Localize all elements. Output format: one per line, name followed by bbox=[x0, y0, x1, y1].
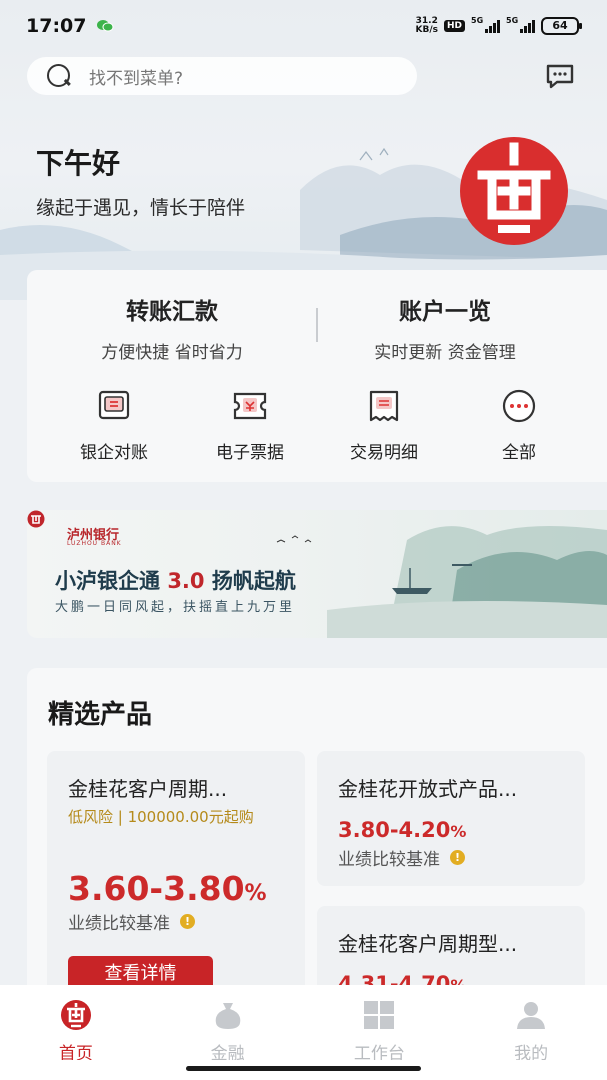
product-name: 金桂花客户周期... bbox=[68, 777, 228, 801]
featured-products-section: 精选产品 金桂花客户周期... 低风险 | 100000.00元起购 3.60-… bbox=[27, 668, 607, 1026]
account-overview-entry[interactable]: 账户一览 实时更新 资金管理 bbox=[315, 292, 575, 363]
product-rate: 3.80-4.20% bbox=[338, 818, 467, 842]
product-card[interactable]: 金桂花客户周期... 低风险 | 100000.00元起购 3.60-3.80%… bbox=[47, 751, 305, 1001]
receipt-icon bbox=[369, 390, 399, 422]
home-logo-icon bbox=[60, 1000, 91, 1030]
quick-item-label: 电子票据 bbox=[216, 443, 284, 463]
battery-icon: 64 bbox=[541, 17, 582, 35]
quick-actions-card: 转账汇款 方便快捷 省时省力 账户一览 实时更新 资金管理 银企对账 电子票据 … bbox=[27, 270, 607, 482]
e-bill-icon bbox=[233, 392, 267, 420]
more-icon bbox=[502, 389, 536, 423]
info-icon[interactable]: ! bbox=[450, 850, 465, 865]
grid-icon bbox=[364, 1001, 395, 1029]
bottom-tab-bar: 首页 金融 工作台 我的 bbox=[0, 985, 607, 1065]
hd-badge: HD bbox=[443, 20, 465, 32]
greeting-subtitle: 缘起于遇见，情长于陪伴 bbox=[36, 197, 246, 219]
quick-item-all[interactable]: 全部 bbox=[459, 388, 579, 463]
status-time: 17:07 bbox=[26, 15, 87, 37]
tab-mine[interactable]: 我的 bbox=[455, 985, 607, 1065]
quick-item-transactions[interactable]: 交易明细 bbox=[324, 388, 444, 463]
banner-title: 小泸银企通 3.0 扬帆起航 bbox=[55, 569, 296, 593]
product-name: 金桂花客户周期型... bbox=[338, 932, 518, 956]
transfer-subtitle: 方便快捷 省时省力 bbox=[101, 343, 243, 363]
product-name: 金桂花开放式产品... bbox=[338, 777, 518, 801]
section-title: 精选产品 bbox=[48, 700, 153, 730]
product-rate: 3.60-3.80% bbox=[68, 869, 267, 908]
account-overview-title: 账户一览 bbox=[399, 299, 491, 325]
account-overview-subtitle: 实时更新 资金管理 bbox=[374, 343, 516, 363]
product-basis: 业绩比较基准! bbox=[68, 909, 195, 934]
quick-item-label: 全部 bbox=[502, 443, 536, 463]
net-speed: 31.2 KB/s bbox=[415, 16, 438, 35]
tab-home[interactable]: 首页 bbox=[0, 985, 152, 1065]
greeting-title: 下午好 bbox=[36, 147, 121, 180]
wechat-icon bbox=[97, 20, 114, 32]
bank-logo-icon bbox=[27, 510, 45, 528]
search-placeholder: 找不到菜单? bbox=[89, 68, 184, 89]
quick-item-reconcile[interactable]: 银企对账 bbox=[54, 388, 174, 463]
quick-item-label: 银企对账 bbox=[80, 443, 148, 463]
home-indicator[interactable] bbox=[186, 1066, 421, 1071]
transfer-title: 转账汇款 bbox=[126, 299, 218, 325]
money-bag-icon bbox=[215, 1003, 240, 1029]
signal-icon: 5G bbox=[506, 16, 535, 33]
tab-workbench[interactable]: 工作台 bbox=[304, 985, 456, 1065]
product-card[interactable]: 金桂花开放式产品... 3.80-4.20% 业绩比较基准! bbox=[317, 751, 585, 886]
user-icon bbox=[517, 1002, 546, 1029]
product-risk: 低风险 | 100000.00元起购 bbox=[68, 808, 254, 826]
info-icon[interactable]: ! bbox=[180, 914, 195, 929]
product-basis: 业绩比较基准! bbox=[338, 845, 465, 870]
promo-banner[interactable]: 泸州银行 LUZHOU BANK 小泸银企通 3.0 扬帆起航 大鹏一日同风起，… bbox=[27, 510, 607, 638]
transfer-entry[interactable]: 转账汇款 方便快捷 省时省力 bbox=[42, 292, 302, 363]
signal-icon: 5G bbox=[471, 16, 500, 33]
search-icon bbox=[45, 62, 73, 90]
tab-finance[interactable]: 金融 bbox=[152, 985, 304, 1065]
banner-brand-sub: LUZHOU BANK bbox=[67, 540, 122, 547]
quick-item-label: 交易明细 bbox=[350, 443, 418, 463]
banner-subtitle: 大鹏一日同风起，扶摇直上九万里 bbox=[55, 600, 296, 615]
message-icon[interactable] bbox=[545, 63, 575, 89]
bank-logo-icon bbox=[460, 137, 568, 245]
status-bar: 17:07 31.2 KB/s HD 5G 5G 64 bbox=[0, 0, 607, 52]
reconcile-icon bbox=[98, 390, 130, 420]
search-input[interactable]: 找不到菜单? bbox=[27, 57, 417, 95]
quick-item-e-bill[interactable]: 电子票据 bbox=[190, 388, 310, 463]
